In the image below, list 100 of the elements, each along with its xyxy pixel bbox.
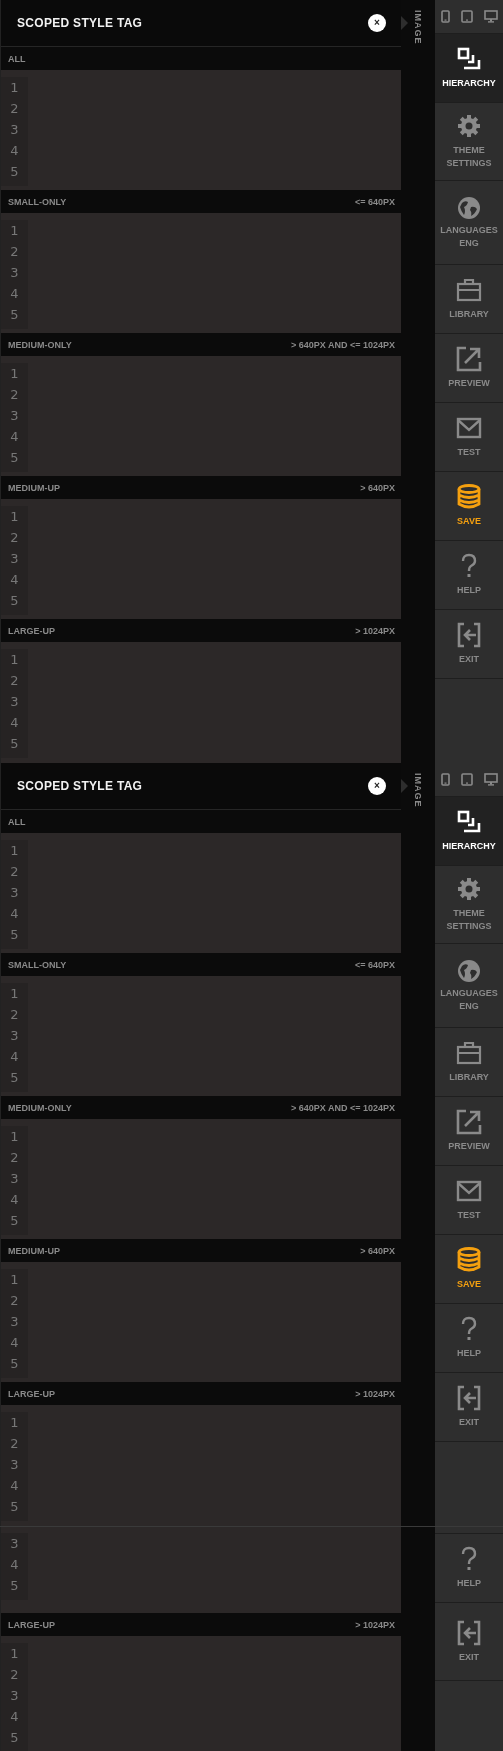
nav-label: LANGUAGES <box>440 224 498 237</box>
line-number: 5 <box>9 926 20 944</box>
code-editor[interactable]: 1 2 3 4 5 <box>1 1262 401 1382</box>
desktop-icon[interactable] <box>483 10 498 23</box>
code-editor[interactable]: 1 2 3 4 5 <box>1 1119 401 1239</box>
code-editor[interactable]: 1 2 3 4 5 <box>1 976 401 1096</box>
line-number: 2 <box>9 386 20 404</box>
line-number: 5 <box>9 592 20 610</box>
line-number: 2 <box>9 1292 20 1310</box>
nav-item[interactable]: EXIT <box>435 1603 503 1681</box>
nav-item[interactable]: LANGUAGES ENG <box>435 944 503 1028</box>
nav-label: HELP <box>457 1577 481 1590</box>
exit-icon <box>456 1619 482 1646</box>
nav-item[interactable]: HELP <box>435 541 503 610</box>
nav-item[interactable]: THEME SETTINGS <box>435 103 503 181</box>
line-number: 5 <box>9 1069 20 1087</box>
nav-item[interactable]: LIBRARY <box>435 265 503 334</box>
nav-item[interactable]: EXIT <box>435 1373 503 1442</box>
hierarchy-icon <box>456 809 482 835</box>
nav-item[interactable]: HIERARCHY <box>435 797 503 866</box>
line-number: 3 <box>9 1313 20 1331</box>
line-number: 4 <box>9 1477 20 1495</box>
external-link-icon <box>456 346 482 372</box>
tablet-icon[interactable] <box>460 10 473 23</box>
image-tab[interactable]: IMAGE <box>413 773 423 808</box>
nav-item[interactable]: EXIT <box>435 610 503 679</box>
code-editor[interactable]: 1 2 3 4 5 <box>1 499 401 619</box>
line-number: 4 <box>9 1191 20 1209</box>
line-number: 2 <box>9 1435 20 1453</box>
line-number: 3 <box>9 1535 20 1553</box>
breakpoint-label: <= 640PX <box>354 959 395 970</box>
section-label: ALL <box>8 53 26 64</box>
line-number: 1 <box>9 222 20 240</box>
line-number: 1 <box>9 1128 20 1146</box>
close-button[interactable]: × <box>368 777 386 795</box>
phone-icon[interactable] <box>440 10 450 23</box>
line-number: 3 <box>9 1170 20 1188</box>
line-number: 1 <box>9 651 20 669</box>
line-number: 4 <box>9 1048 20 1066</box>
line-number: 1 <box>9 842 20 860</box>
code-editor[interactable]: 1 2 3 4 5 <box>1 356 401 476</box>
panel-title: SCOPED STYLE TAG <box>17 16 143 30</box>
nav-item[interactable]: PREVIEW <box>435 334 503 403</box>
line-number: 1 <box>9 1414 20 1432</box>
line-number: 1 <box>9 79 20 97</box>
nav-item[interactable]: THEME SETTINGS <box>435 866 503 944</box>
nav-item[interactable]: TEST <box>435 1166 503 1235</box>
line-number: 4 <box>9 571 20 589</box>
nav-item[interactable]: SAVE <box>435 472 503 541</box>
line-number: 5 <box>9 1577 20 1595</box>
close-button[interactable]: × <box>368 14 386 32</box>
nav-item[interactable]: HELP <box>435 1534 503 1603</box>
image-tab[interactable]: IMAGE <box>413 10 423 45</box>
line-number: 5 <box>9 1355 20 1373</box>
briefcase-icon <box>456 1040 482 1066</box>
nav-label: THEME SETTINGS <box>445 907 493 933</box>
line-number: 4 <box>9 905 20 923</box>
code-editor[interactable]: 1 2 3 4 5 <box>1 213 401 333</box>
line-number: 4 <box>9 1334 20 1352</box>
line-number: 4 <box>9 1708 20 1726</box>
code-editor[interactable]: 1 2 3 4 5 <box>1 642 401 762</box>
phone-icon[interactable] <box>440 773 450 786</box>
breakpoint-label: > 640PX <box>360 1245 395 1256</box>
nav-item[interactable]: PREVIEW <box>435 1097 503 1166</box>
nav-item[interactable]: LANGUAGES ENG <box>435 181 503 265</box>
code-editor[interactable]: 1 2 3 4 5 <box>1 833 401 953</box>
line-number: 1 <box>9 1271 20 1289</box>
nav-label: LIBRARY <box>449 1071 489 1084</box>
nav-item[interactable]: TEST <box>435 403 503 472</box>
language-value: ENG <box>459 237 479 250</box>
line-number: 3 <box>9 1027 20 1045</box>
line-number: 1 <box>9 1645 20 1663</box>
database-icon <box>456 484 482 510</box>
line-number: 3 <box>9 264 20 282</box>
desktop-icon[interactable] <box>483 773 498 786</box>
nav-item[interactable]: HIERARCHY <box>435 34 503 103</box>
line-number: 5 <box>9 1212 20 1230</box>
line-number: 2 <box>9 1006 20 1024</box>
code-editor[interactable]: 1 2 3 4 5 <box>1 1405 401 1525</box>
settings-icon <box>456 113 482 139</box>
line-number: 2 <box>9 243 20 261</box>
line-number: 2 <box>9 863 20 881</box>
line-number: 4 <box>9 714 20 732</box>
nav-label: LANGUAGES <box>440 987 498 1000</box>
hierarchy-icon <box>456 46 482 72</box>
nav-label: HIERARCHY <box>442 840 496 853</box>
tablet-icon[interactable] <box>460 773 473 786</box>
line-number: 2 <box>9 1666 20 1684</box>
envelope-icon <box>456 1178 482 1204</box>
code-editor[interactable]: 3 4 5 <box>1 1527 401 1613</box>
code-editor[interactable]: 1 2 3 4 5 <box>1 1636 401 1751</box>
nav-item[interactable]: HELP <box>435 1304 503 1373</box>
nav-item[interactable]: SAVE <box>435 1235 503 1304</box>
code-editor[interactable]: 1 2 3 4 5 <box>1 70 401 190</box>
nav-item[interactable]: LIBRARY <box>435 1028 503 1097</box>
nav-label: SAVE <box>457 515 481 528</box>
globe-icon <box>456 958 482 984</box>
line-number: 3 <box>9 884 20 902</box>
section-label: SMALL-ONLY <box>8 196 67 207</box>
line-number: 3 <box>9 1456 20 1474</box>
